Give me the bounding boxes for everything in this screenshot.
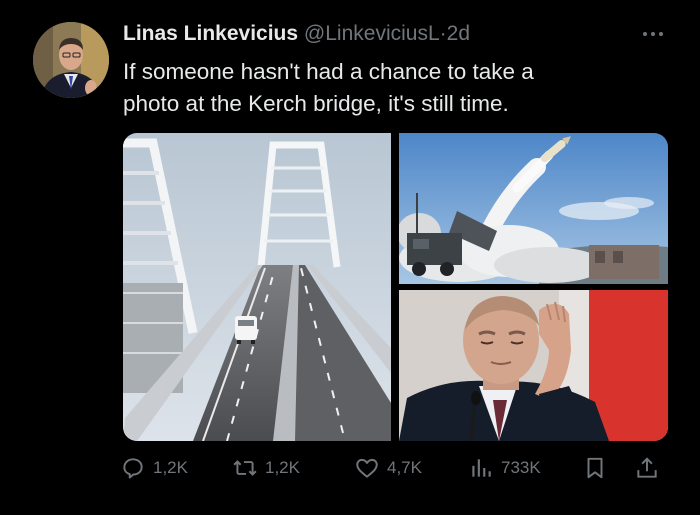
- views-icon: [472, 459, 491, 477]
- views-button[interactable]: 733K: [468, 452, 541, 484]
- media-image-man-thinking[interactable]: [399, 290, 668, 441]
- reply-button[interactable]: 1,2K: [120, 452, 188, 484]
- tweet-text-line: photo at the Kerch bridge, it's still ti…: [123, 91, 509, 116]
- media-divider: [399, 284, 668, 290]
- repost-count: 1,2K: [265, 458, 300, 477]
- avatar[interactable]: [33, 22, 109, 98]
- separator-dot: ·: [439, 22, 447, 45]
- avatar-image: [33, 22, 109, 98]
- bookmark-icon: [587, 457, 603, 479]
- bookmark-button[interactable]: [582, 452, 608, 484]
- views-count: 733K: [501, 458, 541, 477]
- repost-button[interactable]: 1,2K: [232, 452, 300, 484]
- more-icon[interactable]: [640, 24, 666, 44]
- media-image-bridge[interactable]: [123, 133, 391, 441]
- reply-icon: [123, 458, 143, 479]
- tweet-text: If someone hasn't had a chance to take a…: [123, 56, 663, 120]
- tweet[interactable]: Linas Linkevicius @LinkeviciusL·2d If so…: [0, 0, 700, 515]
- reply-count: 1,2K: [153, 458, 188, 477]
- author-handle[interactable]: @LinkeviciusL: [304, 22, 440, 45]
- repost-icon: [233, 460, 257, 476]
- tweet-header: Linas Linkevicius @LinkeviciusL·2d: [123, 20, 470, 48]
- author-name[interactable]: Linas Linkevicius: [123, 22, 298, 45]
- media-image-rocket-launch[interactable]: [399, 133, 668, 284]
- like-icon: [356, 458, 378, 478]
- like-count: 4,7K: [387, 458, 422, 477]
- action-bar: 1,2K 1,2K 4,7K 733K: [120, 452, 670, 484]
- share-button[interactable]: [634, 452, 660, 484]
- media-divider: [391, 133, 399, 441]
- share-icon: [637, 457, 657, 478]
- like-button[interactable]: 4,7K: [354, 452, 422, 484]
- tweet-text-line: If someone hasn't had a chance to take a: [123, 59, 534, 84]
- timestamp[interactable]: 2d: [447, 22, 470, 45]
- media-grid: [123, 133, 668, 441]
